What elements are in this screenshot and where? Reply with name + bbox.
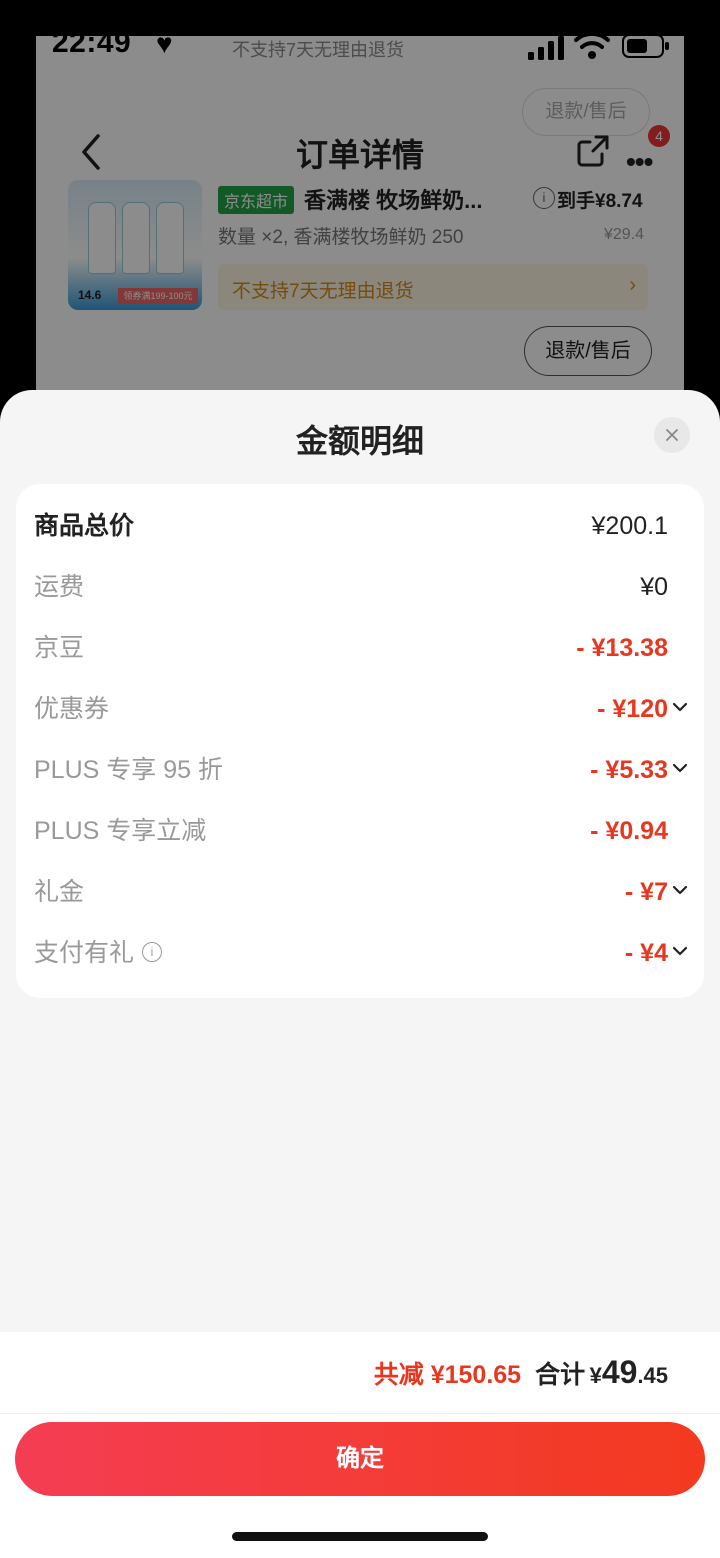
row-label-wrap: 支付有礼 i [34, 933, 163, 973]
total-label: 合计 [535, 1361, 586, 1389]
row-label: 优惠券 [34, 695, 110, 723]
info-icon[interactable]: i [142, 942, 163, 963]
sheet-title: 金额明细 [295, 423, 424, 459]
row-label: PLUS 专享 95 折 [34, 756, 223, 784]
total-summary: 共减 ¥150.65 合计 ¥49.45 [374, 1354, 668, 1394]
total-decimal: .45 [637, 1363, 668, 1388]
row-shipping: 运费 ¥0 [16, 567, 704, 607]
row-label: 商品总价 [34, 512, 135, 540]
row-label: 支付有礼 [34, 939, 135, 967]
chevron-down-icon[interactable] [672, 882, 688, 898]
clock: 22:49 [52, 26, 132, 59]
chevron-down-icon[interactable] [672, 760, 688, 776]
row-value: - ¥120 [597, 695, 668, 723]
row-label: PLUS 专享立减 [34, 817, 207, 845]
chevron-down-icon[interactable] [672, 699, 688, 715]
row-label: 礼金 [34, 878, 85, 906]
total-integer: 49 [601, 1354, 638, 1390]
row-value: ¥200.1 [591, 512, 668, 540]
divider [0, 1413, 720, 1414]
row-value: - ¥13.38 [576, 634, 668, 662]
row-subtotal: 商品总价 ¥200.1 [16, 506, 704, 546]
row-coupon[interactable]: 优惠券 - ¥120 [16, 689, 704, 729]
row-value: ¥0 [640, 573, 668, 601]
total-saved: 共减 ¥150.65 [373, 1361, 522, 1389]
home-indicator[interactable] [232, 1532, 488, 1541]
row-value: - ¥5.33 [590, 756, 668, 784]
wifi-icon [574, 31, 610, 59]
row-value: - ¥7 [624, 878, 668, 906]
status-bar: 22:49 ♥ [0, 0, 720, 90]
row-plus-reduction: PLUS 专享立减 - ¥0.94 [16, 811, 704, 851]
amount-detail-card: 商品总价 ¥200.1 运费 ¥0 京豆 - ¥13.38 优惠券 - ¥120… [16, 484, 704, 998]
heart-icon: ♥ [156, 28, 173, 59]
row-plus-discount[interactable]: PLUS 专享 95 折 - ¥5.33 [16, 750, 704, 790]
battery-icon [622, 34, 669, 58]
row-label: 运费 [34, 573, 85, 601]
sheet-footer: 共减 ¥150.65 合计 ¥49.45 确定 [0, 1332, 720, 1558]
total-currency: ¥ [589, 1363, 602, 1388]
row-value: - ¥4 [624, 939, 668, 967]
row-value: - ¥0.94 [590, 817, 668, 845]
row-label: 京豆 [34, 634, 85, 662]
row-gift-money[interactable]: 礼金 - ¥7 [16, 872, 704, 912]
row-payment-gift[interactable]: 支付有礼 i - ¥4 [16, 933, 704, 973]
confirm-button[interactable]: 确定 [15, 1422, 705, 1496]
close-icon[interactable] [654, 417, 690, 453]
row-jingdou: 京豆 - ¥13.38 [16, 628, 704, 668]
chevron-down-icon[interactable] [672, 943, 688, 959]
signal-icon [528, 36, 564, 60]
